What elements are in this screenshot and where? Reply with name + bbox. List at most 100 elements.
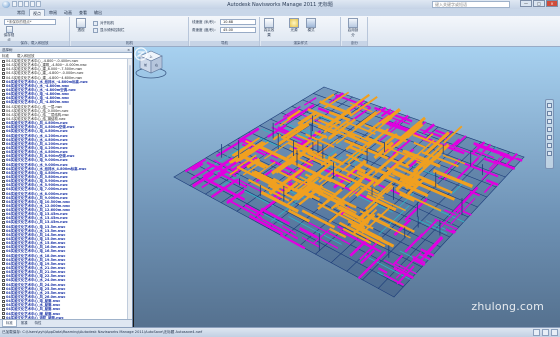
expand-icon[interactable] — [2, 258, 5, 262]
angular-speed-input[interactable]: 45.00 — [220, 27, 256, 33]
expand-icon[interactable] — [2, 67, 5, 71]
realism-button[interactable]: 真实效果 — [263, 18, 275, 38]
expand-icon[interactable] — [2, 117, 5, 121]
expand-icon[interactable] — [2, 59, 5, 63]
show-tilt-control-button[interactable]: 显示倾斜控制栏 — [93, 27, 125, 33]
expand-icon[interactable] — [2, 171, 5, 175]
expand-icon[interactable] — [2, 84, 5, 88]
expand-icon[interactable] — [2, 291, 5, 295]
look-icon[interactable] — [547, 135, 552, 140]
walk-icon[interactable] — [547, 143, 552, 148]
lighting-button[interactable]: 光源 — [288, 18, 300, 33]
expand-icon[interactable] — [2, 183, 5, 187]
perspective-button[interactable]: 透视 — [75, 18, 87, 33]
expand-icon[interactable] — [2, 63, 5, 67]
disk-icon[interactable] — [542, 329, 549, 336]
expand-icon[interactable] — [2, 266, 5, 270]
expand-icon[interactable] — [2, 208, 5, 212]
expand-icon[interactable] — [2, 233, 5, 237]
tab-home[interactable]: 常用 — [14, 9, 28, 16]
tab-compact[interactable]: 紧凑 — [18, 320, 31, 327]
orbit-icon[interactable] — [547, 127, 552, 132]
expand-icon[interactable] — [2, 71, 5, 75]
pan-icon[interactable] — [547, 111, 552, 116]
expand-icon[interactable] — [2, 283, 5, 287]
group-label: 渲染样式 — [261, 41, 340, 46]
expand-icon[interactable] — [2, 299, 5, 303]
tab-properties[interactable]: 特性 — [32, 320, 45, 327]
align-camera-button[interactable]: 对齐相机 — [93, 20, 114, 26]
3d-viewport[interactable]: 上 前 右 zhulong.com — [134, 47, 560, 327]
steering-wheel-icon[interactable] — [547, 103, 552, 108]
close-panel-button[interactable]: × — [127, 47, 130, 53]
expand-icon[interactable] — [2, 138, 5, 142]
expand-icon[interactable] — [2, 76, 5, 80]
expand-icon[interactable] — [2, 150, 5, 154]
expand-icon[interactable] — [2, 312, 5, 316]
expand-icon[interactable] — [2, 113, 5, 117]
expand-icon[interactable] — [2, 146, 5, 150]
expand-icon[interactable] — [2, 196, 5, 200]
expand-icon[interactable] — [2, 237, 5, 241]
expand-icon[interactable] — [2, 154, 5, 158]
expand-icon[interactable] — [2, 225, 5, 229]
expand-icon[interactable] — [2, 88, 5, 92]
expand-icon[interactable] — [2, 163, 5, 167]
enable-sectioning-button[interactable]: 启用剖分 — [347, 18, 359, 38]
expand-icon[interactable] — [2, 121, 5, 125]
expand-icon[interactable] — [2, 270, 5, 274]
expand-icon[interactable] — [2, 179, 5, 183]
tab-review[interactable]: 审阅 — [46, 9, 60, 16]
expand-icon[interactable] — [2, 142, 5, 146]
expand-icon[interactable] — [2, 125, 5, 129]
tab-view[interactable]: 查看 — [76, 9, 90, 16]
expand-icon[interactable] — [2, 303, 5, 307]
mode-button[interactable]: 模式 — [305, 18, 317, 33]
expand-icon[interactable] — [2, 192, 5, 196]
expand-icon[interactable] — [2, 216, 5, 220]
tab-output[interactable]: 输出 — [91, 9, 105, 16]
pencil-icon[interactable] — [533, 329, 540, 336]
expand-icon[interactable] — [2, 295, 5, 299]
expand-icon[interactable] — [2, 308, 5, 311]
expand-icon[interactable] — [2, 250, 5, 254]
expand-icon[interactable] — [2, 92, 5, 96]
fly-icon[interactable] — [547, 151, 552, 156]
tree-scrollbar-thumb[interactable] — [129, 65, 131, 105]
tab-viewpoint[interactable]: 视点 — [29, 9, 45, 16]
expand-icon[interactable] — [2, 204, 5, 208]
expand-icon[interactable] — [2, 96, 5, 100]
expand-icon[interactable] — [2, 80, 5, 84]
saved-viewpoint-dropdown[interactable]: *未保存的视点* — [4, 19, 56, 25]
expand-icon[interactable] — [2, 105, 5, 109]
zoom-icon[interactable] — [547, 119, 552, 124]
expand-icon[interactable] — [2, 279, 5, 283]
close-button[interactable]: × — [546, 0, 558, 7]
maximize-button[interactable]: □ — [533, 0, 545, 7]
expand-icon[interactable] — [2, 262, 5, 266]
tree-scrollbar[interactable] — [127, 59, 132, 319]
expand-icon[interactable] — [2, 254, 5, 258]
expand-icon[interactable] — [2, 241, 5, 245]
expand-icon[interactable] — [2, 158, 5, 162]
expand-icon[interactable] — [2, 200, 5, 204]
expand-icon[interactable] — [2, 167, 5, 171]
expand-icon[interactable] — [2, 274, 5, 278]
expand-icon[interactable] — [2, 229, 5, 233]
memory-icon[interactable] — [551, 329, 558, 336]
expand-icon[interactable] — [2, 129, 5, 133]
expand-icon[interactable] — [2, 100, 5, 104]
expand-icon[interactable] — [2, 134, 5, 138]
tab-standard[interactable]: 标准 — [2, 320, 17, 327]
expand-icon[interactable] — [2, 287, 5, 291]
expand-icon[interactable] — [2, 175, 5, 179]
help-search-input[interactable]: 键入关键字或短语 — [432, 1, 510, 8]
expand-icon[interactable] — [2, 187, 5, 191]
linear-speed-input[interactable]: 10.68 — [220, 19, 256, 25]
minimize-button[interactable]: — — [520, 0, 532, 7]
expand-icon[interactable] — [2, 245, 5, 249]
expand-icon[interactable] — [2, 212, 5, 216]
expand-icon[interactable] — [2, 221, 5, 225]
tab-animation[interactable]: 动画 — [61, 9, 75, 16]
expand-icon[interactable] — [2, 109, 5, 113]
